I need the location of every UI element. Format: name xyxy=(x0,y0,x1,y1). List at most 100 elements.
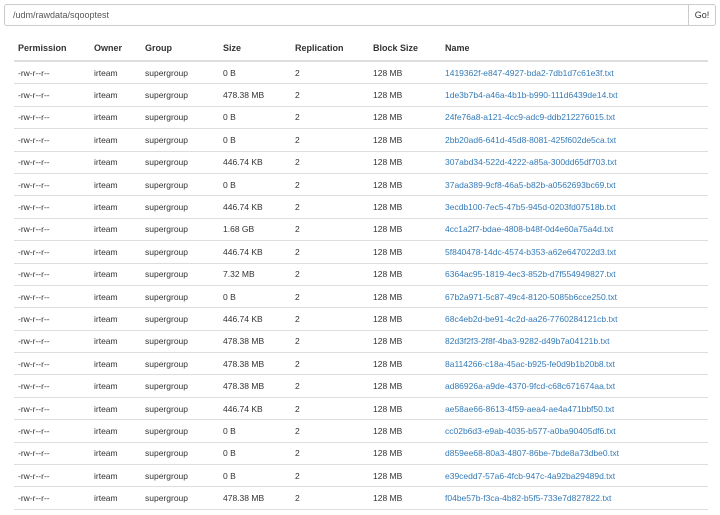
file-name-link[interactable]: f04be57b-f3ca-4b82-b5f5-733e7d827822.txt xyxy=(445,493,611,503)
table-row: -rw-r--r-- irteam supergroup 1.68 GB 2 128 MB… xyxy=(14,218,708,242)
header-replication[interactable]: Replication xyxy=(291,36,369,62)
name-cell: 1de3b7b4-a46a-4b1b-b990-111d6439de14.txt xyxy=(441,83,708,107)
file-name-link[interactable]: 67b2a971-5c87-49c4-8120-5085b6cce250.txt xyxy=(445,292,617,302)
block-size-cell: 128 MB xyxy=(369,486,441,510)
permission-cell: -rw-r--r-- xyxy=(14,173,90,197)
file-name-link[interactable]: d859ee68-80a3-4807-86be-7bde8a73dbe0.txt xyxy=(445,448,619,458)
file-name-link[interactable]: 68c4eb2d-be91-4c2d-aa26-7760284121cb.txt xyxy=(445,314,618,324)
file-name-link[interactable]: 37ada389-9cf8-46a5-b82b-a0562693bc69.txt xyxy=(445,180,616,190)
file-name-link[interactable]: ae58ae66-8613-4f59-aea4-ae4a471bbf50.txt xyxy=(445,404,614,414)
group-cell: supergroup xyxy=(141,307,219,331)
file-table-container: Permission Owner Group Size Replication … xyxy=(14,36,708,510)
permission-cell: -rw-r--r-- xyxy=(14,83,90,107)
size-cell: 0 B xyxy=(219,106,291,130)
name-cell: 1419362f-e847-4927-bda2-7db1d7c61e3f.txt xyxy=(441,61,708,85)
go-button[interactable]: Go! xyxy=(688,4,716,26)
file-name-link[interactable]: 307abd34-522d-4222-a85a-300dd65df703.txt xyxy=(445,157,617,167)
name-cell: 5f840478-14dc-4574-b353-a62e647022d3.txt xyxy=(441,240,708,264)
file-name-link[interactable]: 4cc1a2f7-bdae-4808-b48f-0d4e60a75a4d.txt xyxy=(445,224,613,234)
replication-cell: 2 xyxy=(291,195,369,219)
size-cell: 0 B xyxy=(219,442,291,466)
name-cell: ae58ae66-8613-4f59-aea4-ae4a471bbf50.txt xyxy=(441,397,708,421)
size-cell: 478.38 MB xyxy=(219,352,291,376)
file-name-link[interactable]: 6364ac95-1819-4ec3-852b-d7f554949827.txt xyxy=(445,269,616,279)
block-size-cell: 128 MB xyxy=(369,374,441,398)
block-size-cell: 128 MB xyxy=(369,218,441,242)
replication-cell: 2 xyxy=(291,307,369,331)
group-cell: supergroup xyxy=(141,195,219,219)
permission-cell: -rw-r--r-- xyxy=(14,106,90,130)
owner-cell: irteam xyxy=(90,464,141,488)
owner-cell: irteam xyxy=(90,173,141,197)
file-browser-page: Go! Permission Owner Group Size Replicat… xyxy=(0,0,720,515)
name-cell: f04be57b-f3ca-4b82-b5f5-733e7d827822.txt xyxy=(441,486,708,510)
header-size[interactable]: Size xyxy=(219,36,291,62)
block-size-cell: 128 MB xyxy=(369,464,441,488)
owner-cell: irteam xyxy=(90,352,141,376)
header-permission[interactable]: Permission xyxy=(14,36,90,62)
table-row: -rw-r--r-- irteam supergroup 446.74 KB 2 128 … xyxy=(14,307,708,331)
table-row: -rw-r--r-- irteam supergroup 446.74 KB 2 128 … xyxy=(14,397,708,421)
replication-cell: 2 xyxy=(291,263,369,286)
file-name-link[interactable]: ad86926a-a9de-4370-9fcd-c68c671674aa.txt xyxy=(445,381,615,391)
path-input[interactable] xyxy=(4,4,688,26)
owner-cell: irteam xyxy=(90,419,141,443)
size-cell: 0 B xyxy=(219,464,291,488)
name-cell: 4cc1a2f7-bdae-4808-b48f-0d4e60a75a4d.txt xyxy=(441,218,708,242)
name-cell: 24fe76a8-a121-4cc9-adc9-ddb212276015.txt xyxy=(441,106,708,130)
group-cell: supergroup xyxy=(141,106,219,130)
group-cell: supergroup xyxy=(141,240,219,264)
replication-cell: 2 xyxy=(291,397,369,421)
owner-cell: irteam xyxy=(90,240,141,264)
block-size-cell: 128 MB xyxy=(369,151,441,174)
table-row: -rw-r--r-- irteam supergroup 478.38 MB 2 128 … xyxy=(14,330,708,354)
header-group[interactable]: Group xyxy=(141,36,219,62)
file-name-link[interactable]: 1de3b7b4-a46a-4b1b-b990-111d6439de14.txt xyxy=(445,90,618,100)
table-row: -rw-r--r-- irteam supergroup 446.74 KB 2 128 … xyxy=(14,195,708,219)
group-cell: supergroup xyxy=(141,263,219,286)
file-name-link[interactable]: 1419362f-e847-4927-bda2-7db1d7c61e3f.txt xyxy=(445,68,614,78)
file-name-link[interactable]: 5f840478-14dc-4574-b353-a62e647022d3.txt xyxy=(445,247,616,257)
replication-cell: 2 xyxy=(291,128,369,152)
block-size-cell: 128 MB xyxy=(369,240,441,264)
file-name-link[interactable]: 24fe76a8-a121-4cc9-adc9-ddb212276015.txt xyxy=(445,112,615,122)
permission-cell: -rw-r--r-- xyxy=(14,330,90,354)
block-size-cell: 128 MB xyxy=(369,106,441,130)
group-cell: supergroup xyxy=(141,464,219,488)
size-cell: 478.38 MB xyxy=(219,374,291,398)
size-cell: 478.38 MB xyxy=(219,83,291,107)
file-name-link[interactable]: 2bb20ad6-641d-45d8-8081-425f602de5ca.txt xyxy=(445,135,616,145)
replication-cell: 2 xyxy=(291,240,369,264)
file-name-link[interactable]: e39cedd7-57a6-4fcb-947c-4a92ba29489d.txt xyxy=(445,471,615,481)
group-cell: supergroup xyxy=(141,128,219,152)
name-cell: 307abd34-522d-4222-a85a-300dd65df703.txt xyxy=(441,151,708,174)
permission-cell: -rw-r--r-- xyxy=(14,285,90,309)
owner-cell: irteam xyxy=(90,128,141,152)
header-block-size[interactable]: Block Size xyxy=(369,36,441,62)
header-name[interactable]: Name xyxy=(441,36,708,62)
owner-cell: irteam xyxy=(90,218,141,242)
table-row: -rw-r--r-- irteam supergroup 478.38 MB 2 128 … xyxy=(14,352,708,376)
replication-cell: 2 xyxy=(291,106,369,130)
size-cell: 446.74 KB xyxy=(219,151,291,174)
file-name-link[interactable]: 3ecdb100-7ec5-47b5-945d-0203fd07518b.txt xyxy=(445,202,616,212)
name-cell: 68c4eb2d-be91-4c2d-aa26-7760284121cb.txt xyxy=(441,307,708,331)
path-search-bar: Go! xyxy=(4,4,716,26)
size-cell: 0 B xyxy=(219,285,291,309)
file-name-link[interactable]: 8a114266-c18a-45ac-b925-fe0d9b1b20b8.txt xyxy=(445,359,615,369)
name-cell: 82d3f2f3-2f8f-4ba3-9282-d49b7a04121b.txt xyxy=(441,330,708,354)
owner-cell: irteam xyxy=(90,83,141,107)
block-size-cell: 128 MB xyxy=(369,307,441,331)
group-cell: supergroup xyxy=(141,486,219,510)
block-size-cell: 128 MB xyxy=(369,83,441,107)
file-name-link[interactable]: 82d3f2f3-2f8f-4ba3-9282-d49b7a04121b.txt xyxy=(445,336,609,346)
name-cell: e39cedd7-57a6-4fcb-947c-4a92ba29489d.txt xyxy=(441,464,708,488)
permission-cell: -rw-r--r-- xyxy=(14,61,90,85)
header-owner[interactable]: Owner xyxy=(90,36,141,62)
permission-cell: -rw-r--r-- xyxy=(14,419,90,443)
size-cell: 7.32 MB xyxy=(219,263,291,286)
file-name-link[interactable]: cc02b6d3-e9ab-4035-b577-a0ba90405df6.txt xyxy=(445,426,616,436)
owner-cell: irteam xyxy=(90,151,141,174)
group-cell: supergroup xyxy=(141,285,219,309)
replication-cell: 2 xyxy=(291,173,369,197)
